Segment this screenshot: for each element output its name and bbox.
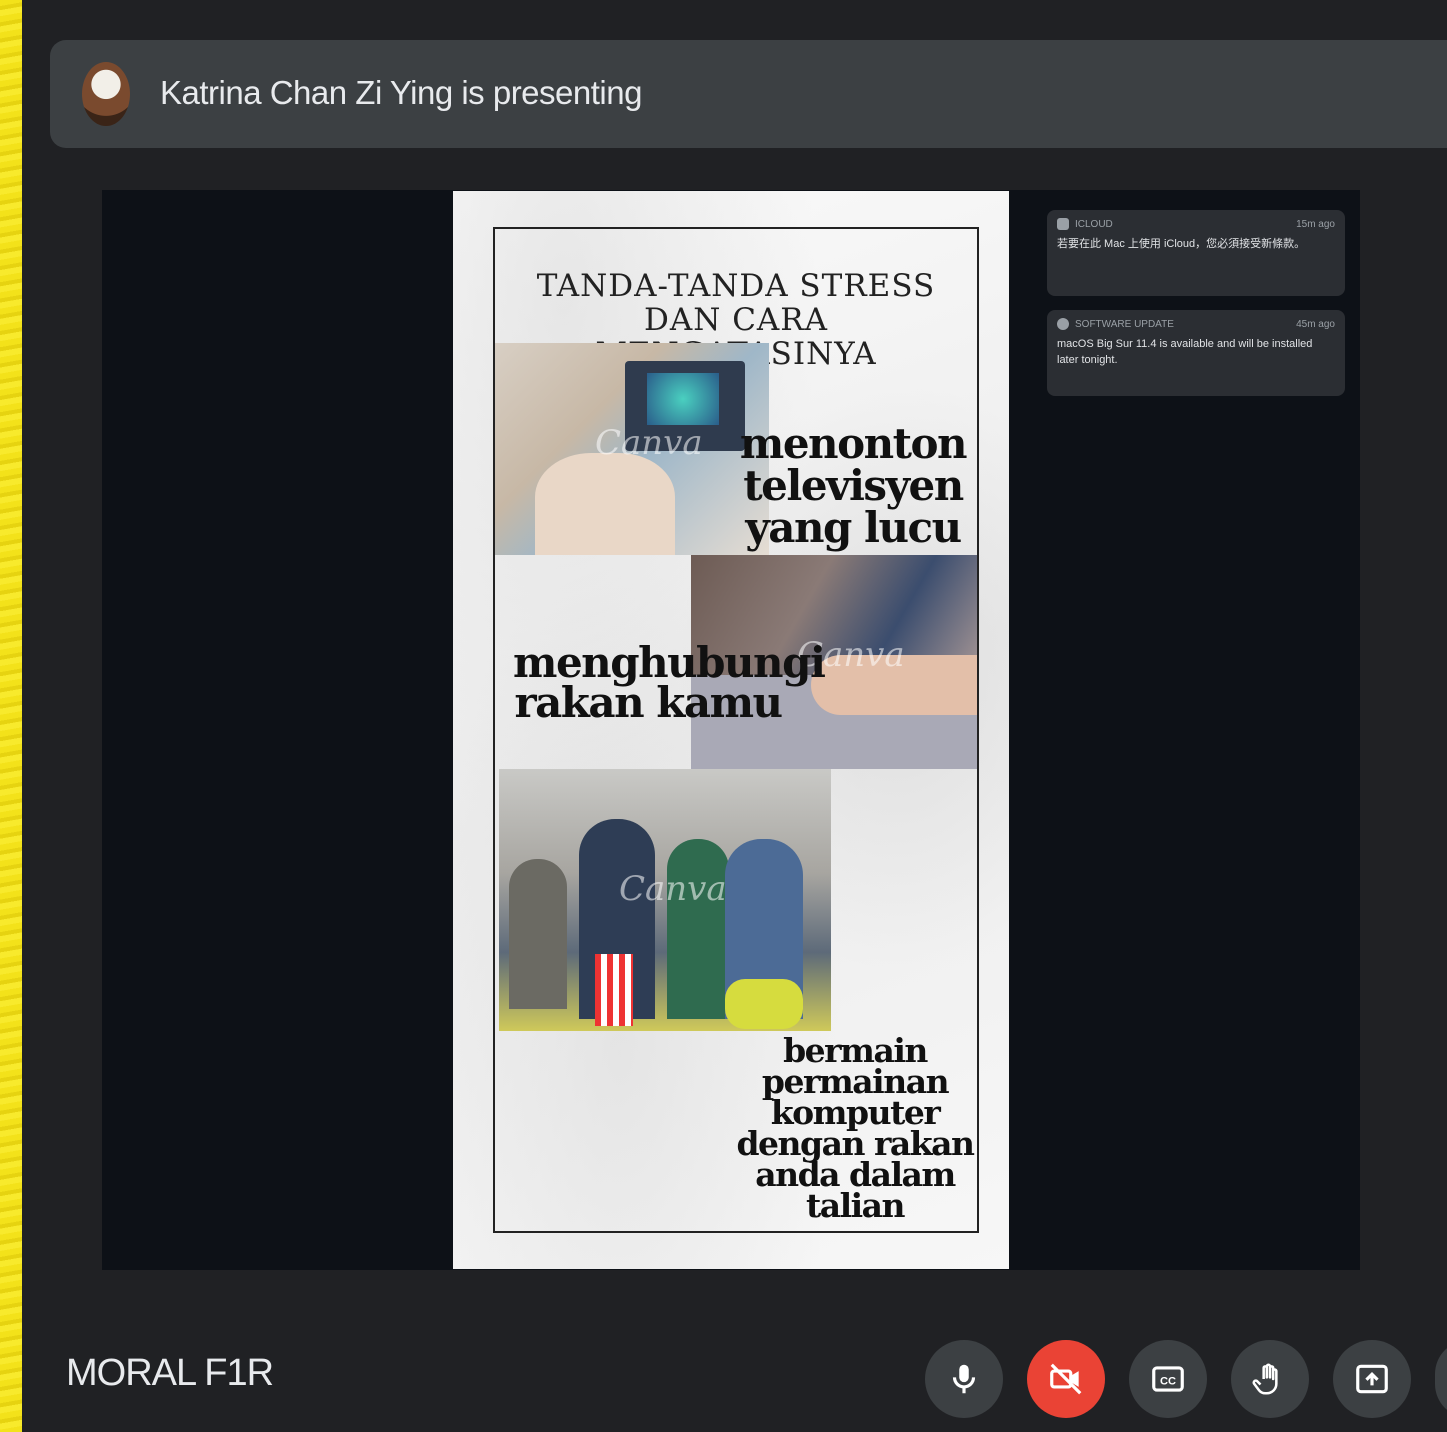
meet-window: Katrina Chan Zi Ying is presenting TANDA… [22,0,1447,1432]
microphone-icon [952,1364,976,1394]
notification-software-update[interactable]: SOFTWARE UPDATE 45m ago macOS Big Sur 11… [1047,310,1345,396]
caption-contact-friend: menghubungi rakan kamu [513,638,826,727]
presentation-slide: TANDA-TANDA STRESS DAN CARA MENGATASINYA… [453,191,1009,1269]
notification-body: 若要在此 Mac 上使用 iCloud，您必須接受新條款。 [1057,238,1306,250]
meeting-name: MORAL F1R [66,1352,274,1394]
microphone-button[interactable] [925,1340,1003,1418]
notification-app: ICLOUD [1075,218,1113,230]
icloud-icon [1057,218,1069,230]
presenter-avatar [82,62,130,126]
captions-button[interactable]: CC [1129,1340,1207,1418]
captions-icon: CC [1152,1366,1184,1392]
notification-app: SOFTWARE UPDATE [1075,318,1174,330]
notification-time: 45m ago [1296,318,1335,330]
present-screen-button[interactable] [1333,1340,1411,1418]
camera-toggle-button[interactable] [1027,1340,1105,1418]
canva-watermark: Canva [595,423,703,463]
camera-off-icon [1050,1363,1082,1395]
presenter-banner: Katrina Chan Zi Ying is presenting [50,40,1447,148]
hand-icon [1252,1363,1278,1395]
notification-icloud[interactable]: ICLOUD 15m ago 若要在此 Mac 上使用 iCloud，您必須接受… [1047,210,1345,296]
present-screen-icon [1356,1364,1388,1394]
notification-time: 15m ago [1296,218,1335,230]
shared-screen: TANDA-TANDA STRESS DAN CARA MENGATASINYA… [102,190,1360,1270]
canva-watermark: Canva [619,869,727,909]
notification-body: macOS Big Sur 11.4 is available and will… [1057,338,1313,366]
presenter-text: Katrina Chan Zi Ying is presenting [160,74,642,111]
photo-family-gaming: Canva [499,769,831,1031]
yellow-frame [0,0,22,1432]
svg-text:CC: CC [1160,1376,1176,1388]
more-options-button[interactable] [1435,1340,1447,1418]
raise-hand-button[interactable] [1231,1340,1309,1418]
gear-icon [1057,318,1069,330]
caption-tv: menonton televisyen yang lucu [739,419,968,552]
caption-online-games: bermain permainan komputer dengan rakan … [736,1031,975,1225]
